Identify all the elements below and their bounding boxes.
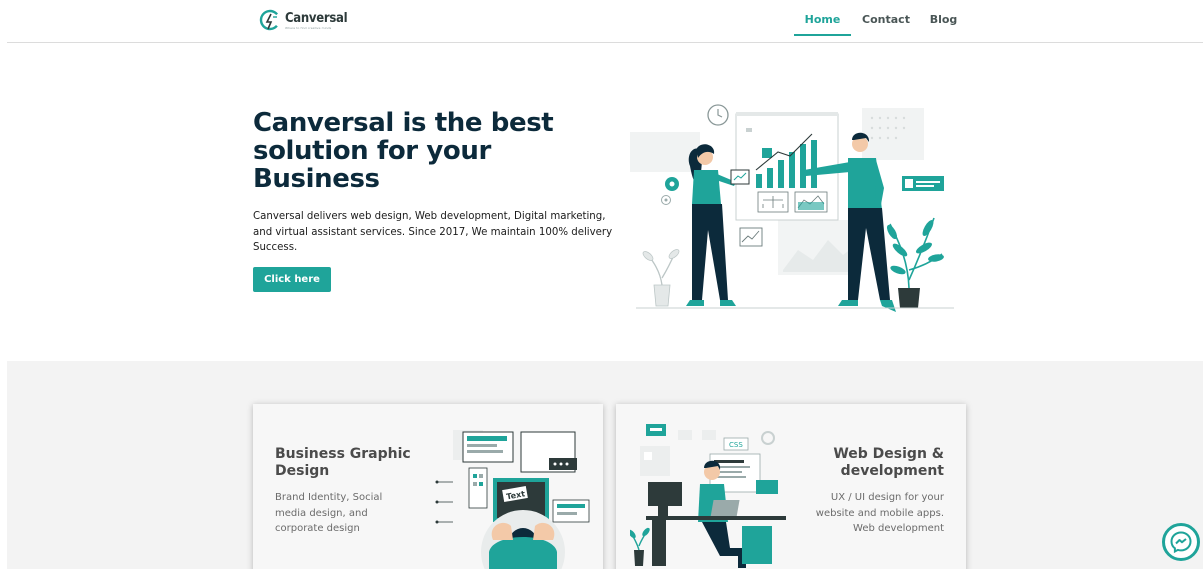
- canversal-logo-icon: [259, 9, 281, 31]
- logo-text: Canversal Where to find creative minds: [285, 11, 348, 31]
- main-nav: Home Contact Blog: [794, 0, 966, 36]
- service-card-web-design[interactable]: CSS Web Design & development UX / UI des…: [616, 404, 966, 569]
- brand-name: Canversal: [285, 11, 348, 26]
- card-text: UX / UI design for your website and mobi…: [815, 492, 944, 534]
- site-header: Canversal Where to find creative minds H…: [7, 0, 1203, 43]
- brand-tagline: Where to find creative minds: [285, 26, 332, 30]
- logo[interactable]: Canversal Where to find creative minds: [259, 7, 348, 35]
- card-title: Web Design & development: [833, 446, 944, 479]
- services-section: [7, 361, 1203, 569]
- card-title: Business Graphic Design: [275, 446, 411, 479]
- nav-blog[interactable]: Blog: [921, 0, 966, 36]
- hero-description: Canversal delivers web design, Web devel…: [253, 211, 613, 253]
- hero-illustration: [630, 104, 954, 312]
- messenger-chat-button[interactable]: [1162, 523, 1200, 561]
- illustration-css-label: CSS: [729, 441, 743, 449]
- service-card-graphic-design[interactable]: Business Graphic Design Brand Identity, …: [253, 404, 603, 569]
- web-design-illustration: CSS: [630, 424, 786, 568]
- card-text: Brand Identity, Social media design, and…: [275, 492, 383, 534]
- click-here-button[interactable]: Click here: [253, 267, 331, 292]
- graphic-design-illustration: Text: [435, 430, 590, 569]
- messenger-icon: [1170, 531, 1192, 554]
- nav-home[interactable]: Home: [794, 0, 851, 36]
- nav-contact[interactable]: Contact: [851, 0, 921, 36]
- hero-title: Canversal is the best solution for your …: [253, 108, 554, 194]
